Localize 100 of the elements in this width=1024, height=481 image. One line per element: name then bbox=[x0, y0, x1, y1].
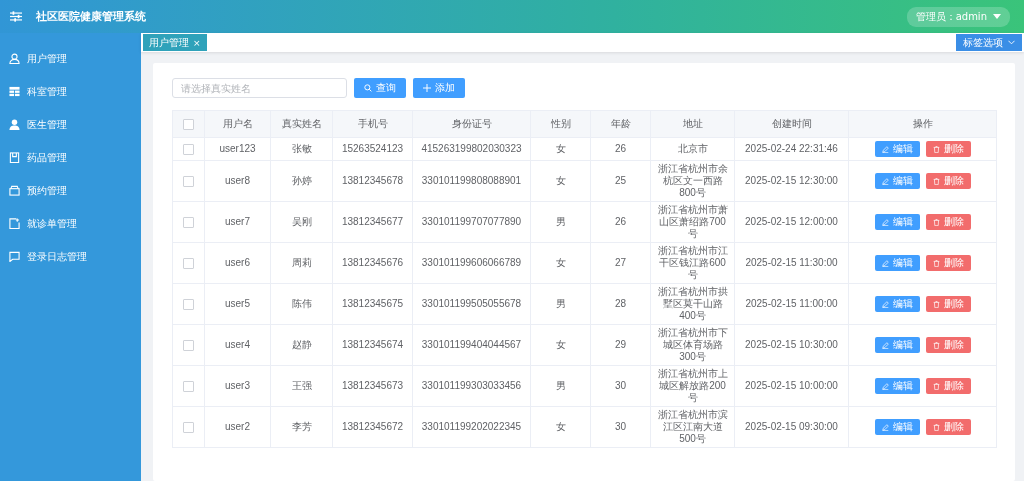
table-cell: 北京市 bbox=[650, 137, 735, 161]
table-cell: user4 bbox=[204, 324, 271, 366]
column-header: 操作 bbox=[848, 110, 997, 138]
table-cell: 女 bbox=[530, 242, 591, 284]
table-cell: 李芳 bbox=[270, 406, 333, 448]
pencil-icon bbox=[881, 259, 889, 267]
checkbox[interactable] bbox=[183, 421, 194, 433]
column-header: 真实姓名 bbox=[270, 110, 333, 138]
person-icon bbox=[9, 119, 20, 130]
chat-icon bbox=[9, 251, 20, 262]
table-cell: user6 bbox=[204, 242, 271, 284]
table-cell: 2025-02-15 10:00:00 bbox=[734, 365, 849, 407]
table-cell: 浙江省杭州市萧山区萧绍路700号 bbox=[650, 201, 735, 243]
checkbox[interactable] bbox=[183, 143, 194, 155]
table-cell: 29 bbox=[590, 324, 651, 366]
table-cell: 13812345674 bbox=[332, 324, 413, 366]
table-cell: 27 bbox=[590, 242, 651, 284]
edit-button[interactable]: 编辑 bbox=[874, 378, 920, 394]
table-cell: 吴刚 bbox=[270, 201, 333, 243]
edit-button[interactable]: 编辑 bbox=[874, 173, 920, 189]
search-field[interactable]: 请选择真实姓名 bbox=[172, 78, 347, 98]
trash-icon bbox=[932, 300, 940, 308]
sidebar-item[interactable]: 就诊单管理 bbox=[0, 207, 141, 240]
column-header: 年龄 bbox=[590, 110, 651, 138]
table-cell: 女 bbox=[530, 137, 591, 161]
delete-button[interactable]: 删除 bbox=[925, 255, 971, 271]
checkbox[interactable] bbox=[183, 118, 194, 130]
table-cell: 2025-02-15 10:30:00 bbox=[734, 324, 849, 366]
checkbox[interactable] bbox=[183, 216, 194, 228]
pencil-icon bbox=[881, 145, 889, 153]
sidebar-item[interactable]: 科室管理 bbox=[0, 75, 141, 108]
table-cell: 2025-02-15 12:00:00 bbox=[734, 201, 849, 243]
table-cell: 浙江省杭州市滨江区江南大道500号 bbox=[650, 406, 735, 448]
table-cell: 浙江省杭州市江干区钱江路600号 bbox=[650, 242, 735, 284]
close-icon[interactable]: × bbox=[193, 37, 201, 48]
table-cell: 女 bbox=[530, 406, 591, 448]
table-cell: 男 bbox=[530, 365, 591, 407]
user-menu[interactable]: 管理员：admin bbox=[906, 6, 1010, 27]
box-icon bbox=[9, 185, 20, 196]
delete-button[interactable]: 删除 bbox=[925, 419, 971, 435]
caret-icon bbox=[993, 14, 1001, 19]
user-icon bbox=[9, 53, 20, 64]
table-cell: 孙婷 bbox=[270, 160, 333, 202]
edit-button[interactable]: 编辑 bbox=[874, 419, 920, 435]
table-cell: user3 bbox=[204, 365, 271, 407]
checkbox[interactable] bbox=[183, 380, 194, 392]
table-cell: 26 bbox=[590, 137, 651, 161]
table-cell: 男 bbox=[530, 201, 591, 243]
menu-icon[interactable] bbox=[10, 11, 22, 22]
pencil-icon bbox=[881, 177, 889, 185]
column-header: 用户名 bbox=[204, 110, 271, 138]
table-cell: 15263524123 bbox=[332, 137, 413, 161]
table-cell: 26 bbox=[590, 201, 651, 243]
tab-options-button[interactable]: 标签选项 bbox=[956, 34, 1022, 51]
delete-button[interactable]: 删除 bbox=[925, 214, 971, 230]
query-button[interactable]: 查询 bbox=[354, 78, 406, 98]
sidebar-item[interactable]: 药品管理 bbox=[0, 141, 141, 174]
table-cell: 330101199404044567 bbox=[412, 324, 531, 366]
table-cell: 周莉 bbox=[270, 242, 333, 284]
grid-icon bbox=[9, 86, 20, 97]
checkbox[interactable] bbox=[183, 298, 194, 310]
trash-icon bbox=[932, 341, 940, 349]
table-cell: 张敏 bbox=[270, 137, 333, 161]
table-cell: 13812345673 bbox=[332, 365, 413, 407]
edit-button[interactable]: 编辑 bbox=[874, 296, 920, 312]
add-button[interactable]: 添加 bbox=[413, 78, 465, 98]
pencil-icon bbox=[881, 218, 889, 226]
delete-button[interactable]: 删除 bbox=[925, 296, 971, 312]
edit-button[interactable]: 编辑 bbox=[874, 141, 920, 157]
table-cell: user7 bbox=[204, 201, 271, 243]
trash-icon bbox=[932, 218, 940, 226]
checkbox[interactable] bbox=[183, 175, 194, 187]
sidebar-item[interactable]: 登录日志管理 bbox=[0, 240, 141, 273]
table-cell: 陈伟 bbox=[270, 283, 333, 325]
table-cell: 330101199303033456 bbox=[412, 365, 531, 407]
sidebar-item[interactable]: 预约管理 bbox=[0, 174, 141, 207]
edit-button[interactable]: 编辑 bbox=[874, 214, 920, 230]
delete-button[interactable]: 删除 bbox=[925, 141, 971, 157]
trash-icon bbox=[932, 423, 940, 431]
edit-button[interactable]: 编辑 bbox=[874, 337, 920, 353]
clipboard-icon bbox=[9, 152, 20, 163]
table-cell: 浙江省杭州市上城区解放路200号 bbox=[650, 365, 735, 407]
plus-icon bbox=[423, 84, 431, 92]
note-icon bbox=[9, 218, 20, 229]
tab[interactable]: 用户管理 × bbox=[143, 34, 207, 51]
edit-button[interactable]: 编辑 bbox=[874, 255, 920, 271]
checkbox[interactable] bbox=[183, 257, 194, 269]
table-cell: 415263199802030323 bbox=[412, 137, 531, 161]
delete-button[interactable]: 删除 bbox=[925, 337, 971, 353]
app-title: 社区医院健康管理系统 bbox=[36, 9, 146, 24]
column-header: 地址 bbox=[650, 110, 735, 138]
sidebar-item[interactable]: 用户管理 bbox=[0, 42, 141, 75]
checkbox[interactable] bbox=[183, 339, 194, 351]
table-cell: user5 bbox=[204, 283, 271, 325]
delete-button[interactable]: 删除 bbox=[925, 173, 971, 189]
table-cell: 30 bbox=[590, 406, 651, 448]
table-cell: 25 bbox=[590, 160, 651, 202]
chevron-icon bbox=[1008, 40, 1015, 45]
delete-button[interactable]: 删除 bbox=[925, 378, 971, 394]
sidebar-item[interactable]: 医生管理 bbox=[0, 108, 141, 141]
